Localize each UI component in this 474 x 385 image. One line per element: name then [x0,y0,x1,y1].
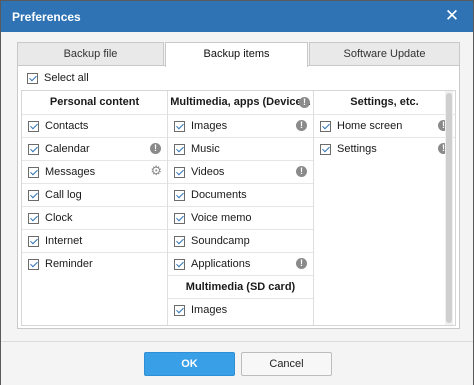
ok-button[interactable]: OK [144,352,235,376]
cancel-button[interactable]: Cancel [241,352,332,376]
info-icon[interactable]: ! [296,258,307,269]
settings-header: Settings, etc. [350,96,419,108]
item-label: Images [191,304,228,316]
multimedia-column: Multimedia, apps (Device...! Images! Mus… [168,91,314,325]
tab-backup-file[interactable]: Backup file [17,42,164,66]
checkbox-checked-icon[interactable] [174,143,185,155]
item-messages[interactable]: Messages ⚙ [22,160,167,183]
item-home-screen[interactable]: Home screen! [314,114,455,137]
checkbox-checked-icon[interactable] [28,189,39,201]
info-icon[interactable]: ! [296,120,307,131]
item-internet[interactable]: Internet [22,229,167,252]
item-reminder[interactable]: Reminder [22,252,167,275]
checkbox-checked-icon[interactable] [174,304,185,316]
tab-software-update[interactable]: Software Update [309,42,460,66]
info-icon[interactable]: ! [299,97,310,108]
item-label: Videos [191,166,225,178]
checkbox-checked-icon[interactable] [174,189,185,201]
item-label: Documents [191,189,247,201]
item-images[interactable]: Images! [168,114,313,137]
checkbox-checked-icon[interactable] [174,166,185,178]
item-call-log[interactable]: Call log [22,183,167,206]
checkbox-checked-icon[interactable] [174,258,185,270]
checkbox-checked-icon[interactable] [174,235,185,247]
info-icon[interactable]: ! [296,166,307,177]
item-contacts[interactable]: Contacts [22,114,167,137]
item-label: Home screen [337,120,403,132]
vertical-scrollbar[interactable] [445,91,453,325]
scrollbar-thumb[interactable] [446,93,452,323]
checkbox-checked-icon[interactable] [28,212,39,224]
checkbox-checked-icon[interactable] [174,120,185,132]
settings-column: Settings, etc. Home screen! Settings! [314,91,455,325]
item-calendar[interactable]: Calendar! [22,137,167,160]
backup-items-grid: Personal content Contacts Calendar! Mess… [21,90,456,326]
item-applications[interactable]: Applications! [168,252,313,275]
item-label: Settings [337,143,377,155]
backup-items-panel: Select all Personal content Contacts Cal… [17,65,460,329]
item-clock[interactable]: Clock [22,206,167,229]
item-label: Calendar [45,143,90,155]
multimedia-header-label: Multimedia, apps (Device... [170,96,311,108]
item-documents[interactable]: Documents [168,183,313,206]
checkbox-checked-icon[interactable] [28,235,39,247]
title-bar: Preferences ✕ [1,1,473,32]
gear-icon[interactable]: ⚙ [150,164,162,178]
item-label: Soundcamp [191,235,250,247]
item-voice-memo[interactable]: Voice memo [168,206,313,229]
checkbox-checked-icon[interactable] [28,120,39,132]
tab-bar: Backup file Backup items Software Update [17,42,460,67]
item-label: Clock [45,212,73,224]
multimedia-header: Multimedia, apps (Device...! [168,91,313,114]
item-settings[interactable]: Settings! [314,137,455,160]
item-label: Internet [45,235,83,247]
checkbox-checked-icon[interactable] [27,72,38,84]
checkbox-checked-icon[interactable] [28,258,39,270]
item-label: Messages [45,166,96,178]
item-label: Contacts [45,120,89,132]
checkbox-checked-icon[interactable] [320,143,331,155]
item-label: Music [191,143,220,155]
personal-content-header: Personal content [49,96,140,108]
dialog-footer: OK Cancel [1,341,473,385]
checkbox-checked-icon[interactable] [320,120,331,132]
window-title: Preferences [12,10,81,24]
item-videos[interactable]: Videos! [168,160,313,183]
preferences-window: Preferences ✕ Backup file Backup items S… [0,0,474,385]
item-label: Reminder [45,258,93,270]
tab-backup-items[interactable]: Backup items [165,42,308,67]
close-icon[interactable]: ✕ [441,5,463,27]
item-soundcamp[interactable]: Soundcamp [168,229,313,252]
item-label: Voice memo [191,212,252,224]
select-all-label: Select all [44,72,89,84]
checkbox-checked-icon[interactable] [28,166,39,178]
item-sd-images[interactable]: Images [168,298,313,321]
checkbox-checked-icon[interactable] [28,143,39,155]
info-icon[interactable]: ! [150,143,161,154]
personal-content-column: Personal content Contacts Calendar! Mess… [22,91,168,325]
item-music[interactable]: Music [168,137,313,160]
select-all-checkbox[interactable]: Select all [27,70,89,86]
item-label: Applications [191,258,251,270]
item-label: Call log [45,189,82,201]
item-label: Images [191,120,228,132]
checkbox-checked-icon[interactable] [174,212,185,224]
sd-card-header: Multimedia (SD card) [168,275,313,298]
